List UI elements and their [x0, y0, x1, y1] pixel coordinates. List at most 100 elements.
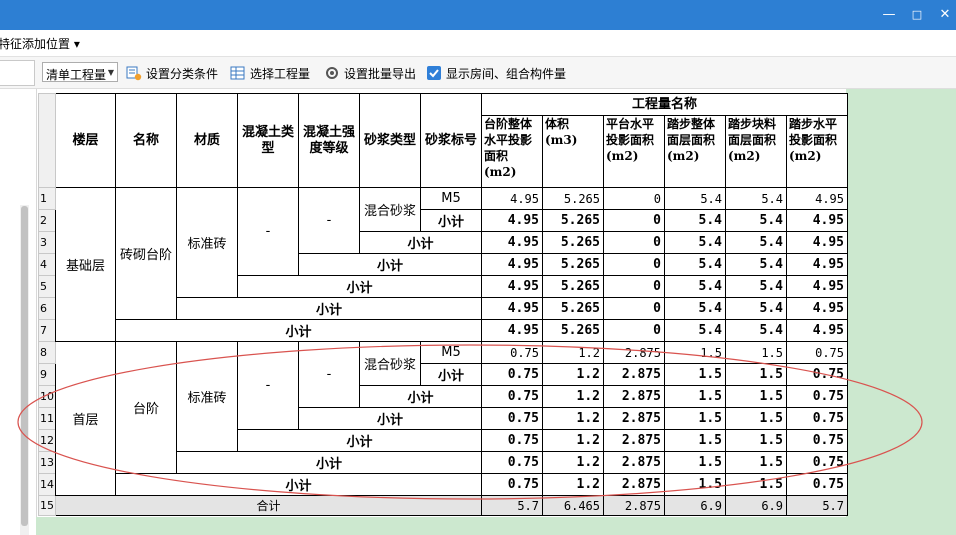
- select-quantity-button[interactable]: 选择工程量: [230, 63, 310, 83]
- mortar-grade-cell: M5: [420, 187, 482, 210]
- select-quantity-label: 选择工程量: [250, 66, 311, 81]
- value-cell-q2-volume: 5.265: [542, 231, 604, 254]
- row-number: 5: [38, 275, 56, 298]
- value-cell-q2-volume: 5.265: [542, 187, 604, 210]
- value-cell-q3-platform-area: 0: [603, 297, 665, 320]
- value-cell-q5-tread-block-area: 1.5: [725, 429, 787, 452]
- classify-settings-icon: [126, 66, 142, 81]
- subtotal-label: 小计: [237, 275, 482, 298]
- value-cell-q4-tread-surface-area: 1.5: [664, 451, 726, 474]
- value-cell-q5-tread-block-area: 1.5: [725, 473, 787, 496]
- left-input-box[interactable]: [0, 60, 35, 86]
- row-number: 6: [38, 297, 56, 320]
- table-row[interactable]: 7 小计 4.95 5.265 0 5.4 5.4 4.95: [38, 319, 848, 342]
- row-number: 1: [38, 187, 56, 210]
- value-cell-q2-volume: 6.465: [542, 495, 604, 516]
- value-cell-q3-platform-area: 2.875: [603, 473, 665, 496]
- value-cell-q4-tread-surface-area: 5.4: [664, 209, 726, 232]
- report-table: 楼层 名称 材质 混凝土类型 混凝土强度等级 砂浆类型 砂浆标号 工程量名称 台…: [38, 93, 848, 516]
- value-cell-q3-platform-area: 0: [603, 319, 665, 342]
- value-cell-q5-tread-block-area: 1.5: [725, 363, 787, 386]
- table-row[interactable]: 8 首层 台阶 标准砖 - - 混合砂浆 M5 0.75 1.2 2.875 1.5 1…: [38, 341, 848, 496]
- table-row-total[interactable]: 15 合计 5.7 6.465 2.875 6.9 6.9 5.7: [38, 495, 848, 516]
- value-cell-q6-tread-projection-area: 0.75: [786, 451, 848, 474]
- show-room-component-toggle[interactable]: 显示房间、组合构件量: [426, 63, 566, 83]
- subtotal-label: 小计: [115, 473, 482, 496]
- value-cell-q3-platform-area: 2.875: [603, 451, 665, 474]
- value-cell-q2-volume: 1.2: [542, 385, 604, 408]
- value-cell-q3-platform-area: 0: [603, 253, 665, 276]
- checkbox-checked-icon[interactable]: [426, 65, 442, 81]
- value-cell-q3-platform-area: 2.875: [603, 495, 665, 516]
- value-cell-q5-tread-block-area: 5.4: [725, 297, 787, 320]
- value-cell-q2-volume: 1.2: [542, 407, 604, 430]
- value-cell-q5-tread-block-area: 1.5: [725, 451, 787, 474]
- concrete-grade-cell: -: [298, 187, 360, 254]
- value-cell-q1-area: 5.7: [481, 495, 543, 516]
- floor-cell: 首层: [55, 341, 116, 496]
- component-name-cell: 台阶: [115, 341, 177, 474]
- value-cell-q3-platform-area: 2.875: [603, 407, 665, 430]
- title-bar: — □ ✕: [0, 0, 956, 30]
- value-cell-q1-area: 0.75: [481, 451, 543, 474]
- maximize-button[interactable]: □: [906, 6, 928, 24]
- value-cell-q3-platform-area: 2.875: [603, 363, 665, 386]
- row-number: 10: [38, 385, 56, 408]
- table-row[interactable]: 1 基础层 砖砌台阶 标准砖 - - 混合砂浆 M5 4.95 5.265 0 5.4…: [38, 187, 848, 342]
- mortar-grade-cell: M5: [420, 341, 482, 364]
- scrollbar-thumb[interactable]: [21, 206, 28, 526]
- material-cell: 标准砖: [176, 187, 238, 298]
- value-cell-q5-tread-block-area: 5.4: [725, 187, 787, 210]
- batch-export-icon: [326, 67, 338, 79]
- batch-export-label: 设置批量导出: [344, 66, 417, 81]
- subtotal-label: 小计: [420, 363, 482, 386]
- value-cell-q3-platform-area: 2.875: [603, 385, 665, 408]
- value-cell-q2-volume: 5.265: [542, 209, 604, 232]
- minimize-button[interactable]: —: [878, 6, 900, 24]
- row-number: 2: [38, 209, 56, 232]
- row-number: 8: [38, 341, 56, 364]
- value-cell-q4-tread-surface-area: 5.4: [664, 275, 726, 298]
- concrete-type-cell: -: [237, 341, 299, 430]
- value-cell-q6-tread-projection-area: 0.75: [786, 385, 848, 408]
- value-cell-q5-tread-block-area: 5.4: [725, 319, 787, 342]
- row-number: 13: [38, 451, 56, 474]
- table-row[interactable]: 14 小计 0.75 1.2 2.875 1.5 1.5 0.75: [38, 473, 848, 496]
- select-quantity-icon: [230, 66, 245, 80]
- value-cell-q1-area: 4.95: [481, 319, 543, 342]
- value-cell-q4-tread-surface-area: 5.4: [664, 297, 726, 320]
- value-cell-q6-tread-projection-area: 0.75: [786, 363, 848, 386]
- value-cell-q6-tread-projection-area: 4.95: [786, 275, 848, 298]
- value-cell-q6-tread-projection-area: 0.75: [786, 473, 848, 496]
- value-cell-q1-area: 4.95: [481, 231, 543, 254]
- value-cell-q5-tread-block-area: 1.5: [725, 385, 787, 408]
- value-cell-q3-platform-area: 2.875: [603, 341, 665, 364]
- value-cell-q3-platform-area: 2.875: [603, 429, 665, 452]
- subtotal-label: 小计: [176, 451, 482, 474]
- subtotal-label: 小计: [298, 253, 482, 276]
- value-cell-q3-platform-area: 0: [603, 275, 665, 298]
- row-number: 4: [38, 253, 56, 276]
- classify-settings-button[interactable]: 设置分类条件: [126, 63, 218, 83]
- value-cell-q5-tread-block-area: 1.5: [725, 341, 787, 364]
- header-q3: 平台水平投影面积(m2): [603, 115, 665, 188]
- header-mortar-grade: 砂浆标号: [420, 93, 482, 188]
- header-material: 材质: [176, 93, 238, 188]
- mortar-type-cell: 混合砂浆: [359, 341, 421, 386]
- subtotal-label: 小计: [359, 231, 482, 254]
- mortar-type-cell: 混合砂浆: [359, 187, 421, 232]
- row-number: 14: [38, 473, 56, 496]
- value-cell-q4-tread-surface-area: 5.4: [664, 187, 726, 210]
- value-cell-q6-tread-projection-area: 4.95: [786, 319, 848, 342]
- row-number: 9: [38, 363, 56, 386]
- row-number: 15: [38, 495, 56, 516]
- batch-export-button[interactable]: 设置批量导出: [324, 63, 416, 83]
- header-concrete-type: 混凝土类型: [237, 93, 299, 188]
- quantity-type-dropdown[interactable]: 清单工程量 ▼: [42, 62, 118, 82]
- chevron-down-icon: ▼: [107, 68, 114, 77]
- close-button[interactable]: ✕: [934, 6, 956, 24]
- subtotal-label: 小计: [420, 209, 482, 232]
- value-cell-q1-area: 4.95: [481, 253, 543, 276]
- header-q6: 踏步水平投影面积(m2): [786, 115, 848, 188]
- feature-position-menu[interactable]: 特征添加位置 ▾: [0, 35, 80, 52]
